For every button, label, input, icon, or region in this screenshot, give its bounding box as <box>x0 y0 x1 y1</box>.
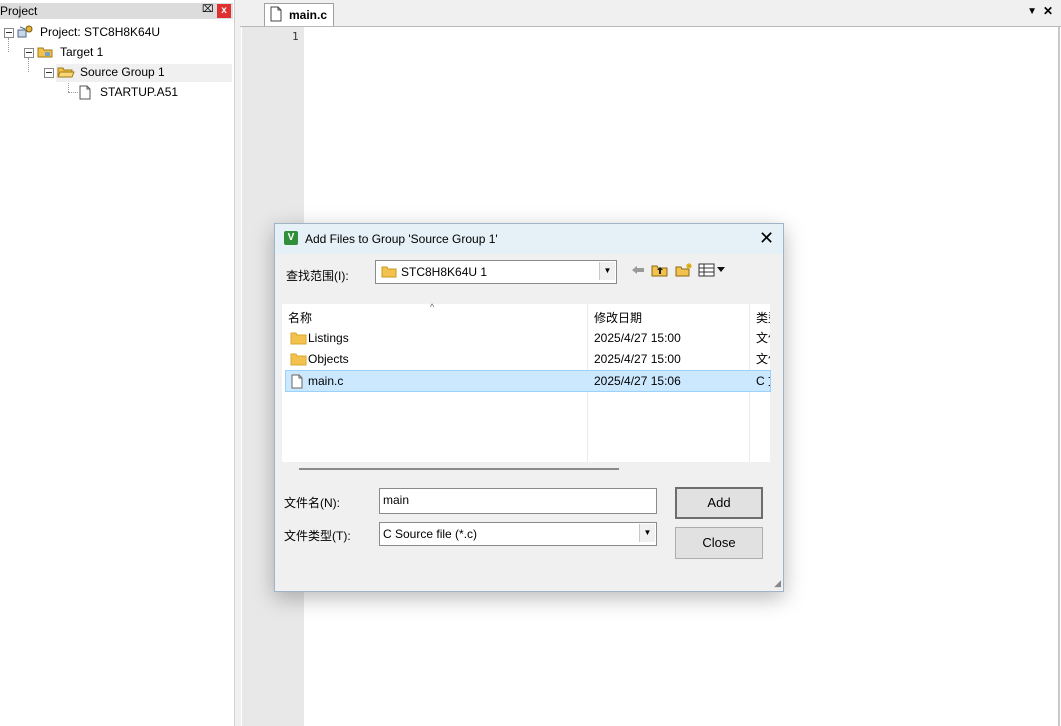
horizontal-scrollbar[interactable] <box>299 468 619 470</box>
folder-icon <box>290 352 307 372</box>
document-icon <box>290 374 304 395</box>
filetype-label: 文件类型(T): <box>284 529 351 543</box>
back-arrow-icon[interactable] <box>630 263 646 280</box>
chevron-down-icon[interactable]: ▼ <box>639 524 655 542</box>
filetype-value: C Source file (*.c) <box>383 527 478 541</box>
folder-icon <box>381 265 397 281</box>
line-number: 1 <box>292 30 299 43</box>
keil-app-icon: V <box>284 231 298 245</box>
tab-close-icon[interactable]: ✕ <box>1043 4 1053 18</box>
list-item[interactable]: Objects 2025/4/27 15:00 文件夹 <box>286 349 770 369</box>
column-header-type[interactable]: 类型 <box>756 309 770 326</box>
tree-node-group[interactable]: Source Group 1 <box>44 63 232 81</box>
new-folder-icon[interactable] <box>675 263 693 280</box>
sort-ascending-icon: ^ <box>430 302 435 312</box>
editor-tabbar: main.c ▼ ✕ <box>240 0 1061 27</box>
document-icon <box>78 85 92 105</box>
filename-input[interactable]: main <box>379 488 657 514</box>
filename-value: main <box>383 493 410 507</box>
tree-label-file: STARTUP.A51 <box>100 85 179 99</box>
dialog-title: Add Files to Group 'Source Group 1' <box>305 232 498 246</box>
tree-label-group: Source Group 1 <box>80 65 165 79</box>
view-menu-icon[interactable] <box>698 263 726 280</box>
look-in-value: STC8H8K64U 1 <box>401 265 488 279</box>
document-icon <box>269 6 283 25</box>
panel-splitter[interactable] <box>234 0 241 726</box>
pin-icon[interactable]: ⌧ <box>202 4 214 15</box>
look-in-combo[interactable]: STC8H8K64U 1 ▼ <box>375 260 617 284</box>
add-button[interactable]: Add <box>675 487 763 519</box>
column-header-date[interactable]: 修改日期 <box>594 309 642 326</box>
file-name: Listings <box>308 331 349 345</box>
resize-grip-icon[interactable]: ◢ <box>774 578 781 589</box>
chevron-down-icon[interactable]: ▼ <box>599 262 615 280</box>
file-type: C 文件 <box>756 374 770 388</box>
file-name: main.c <box>308 374 344 388</box>
add-files-dialog: V Add Files to Group 'Source Group 1' ✕ … <box>274 223 784 592</box>
look-in-label: 查找范围(I): <box>286 269 349 283</box>
tab-main-c[interactable]: main.c <box>264 3 334 26</box>
list-item-selected[interactable]: main.c 2025/4/27 15:06 C 文件 <box>285 370 771 392</box>
file-date: 2025/4/27 15:00 <box>594 352 681 366</box>
file-date: 2025/4/27 15:06 <box>594 374 681 388</box>
tree-label-target: Target 1 <box>60 45 104 59</box>
list-item[interactable]: Listings 2025/4/27 15:00 文件夹 <box>286 328 770 348</box>
collapse-icon[interactable] <box>44 68 54 78</box>
tab-dropdown-icon[interactable]: ▼ <box>1027 6 1037 17</box>
folder-icon <box>290 331 307 351</box>
filetype-combo[interactable]: C Source file (*.c) ▼ <box>379 522 657 546</box>
target-folder-icon <box>37 45 55 64</box>
tree-label-project: Project: STC8H8K64U <box>40 25 161 39</box>
tree-connector <box>68 92 78 93</box>
dialog-titlebar[interactable]: V Add Files to Group 'Source Group 1' ✕ <box>275 224 783 254</box>
close-button[interactable]: Close <box>675 527 763 559</box>
file-list[interactable]: ^ 名称 修改日期 类型 Listings 2025/4/27 15:00 文件… <box>282 302 771 462</box>
dialog-close-icon[interactable]: ✕ <box>759 228 774 248</box>
tree-node-project[interactable]: Project: STC8H8K64U <box>4 23 232 41</box>
project-panel: Project ⌧ x Project: STC8H8K64U Target 1… <box>0 0 235 726</box>
project-panel-title: Project <box>0 4 38 18</box>
project-icon <box>17 25 35 44</box>
tree-node-file[interactable]: STARTUP.A51 <box>78 83 232 101</box>
collapse-icon[interactable] <box>4 28 14 38</box>
file-type: 文件夹 <box>756 352 770 366</box>
column-header-name[interactable]: 名称 <box>288 309 312 326</box>
filename-label: 文件名(N): <box>284 496 340 510</box>
collapse-icon[interactable] <box>24 48 34 58</box>
tab-label: main.c <box>289 8 328 22</box>
file-name: Objects <box>308 352 349 366</box>
file-type: 文件夹 <box>756 331 770 345</box>
file-date: 2025/4/27 15:00 <box>594 331 681 345</box>
folder-open-icon <box>57 65 75 84</box>
project-panel-header: Project ⌧ x <box>0 3 233 19</box>
up-folder-icon[interactable] <box>651 263 669 280</box>
tree-node-target[interactable]: Target 1 <box>24 43 232 61</box>
close-icon[interactable]: x <box>217 4 231 18</box>
